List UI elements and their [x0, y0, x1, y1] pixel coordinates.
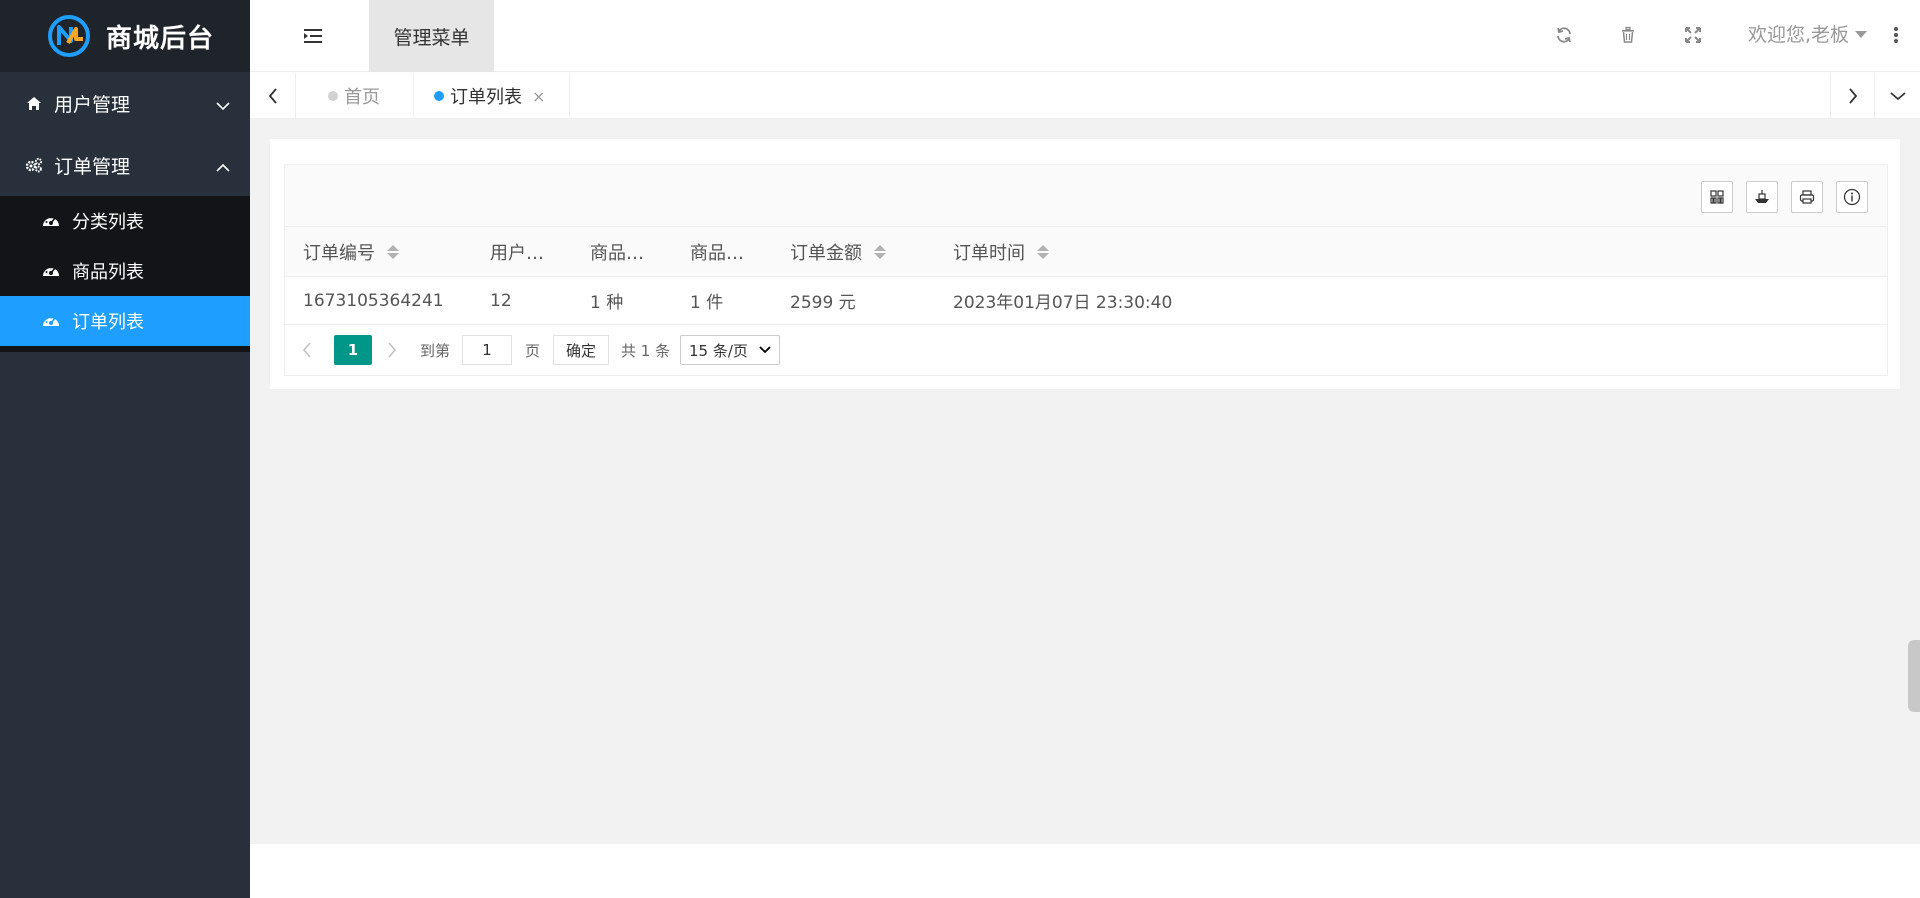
pagination: 1 到第 1 页 确定 共 1 条 15 条/页	[285, 325, 1887, 375]
column-header-user[interactable]: 用户…	[490, 227, 544, 276]
columns-icon[interactable]	[1701, 181, 1733, 213]
more-icon[interactable]	[1892, 24, 1900, 46]
pagination-confirm-button[interactable]: 确定	[553, 335, 609, 365]
table-toolbar	[285, 165, 1887, 227]
sidebar-group-users[interactable]: 用户管理	[0, 72, 250, 134]
tab-dot-icon	[328, 91, 338, 101]
dashboard-icon	[42, 312, 62, 330]
column-label: 商品…	[690, 242, 744, 264]
sidebar-item-label: 商品列表	[72, 262, 144, 283]
column-label: 用户…	[490, 242, 544, 264]
main-content: 订单编号 用户… 商品… 商品… 订单金额 订单时间 1673105364241…	[250, 119, 1920, 844]
tab-order-list[interactable]: 订单列表 ×	[414, 73, 570, 119]
sidebar-item-product-list[interactable]: 商品列表	[0, 246, 250, 296]
footer-area	[250, 844, 1920, 898]
fullscreen-icon[interactable]	[1682, 24, 1704, 46]
sidebar: 商城后台 用户管理 订单管理 分类列表 商品列表 订单列表	[0, 0, 250, 898]
pagination-page-size-select[interactable]: 15 条/页	[680, 335, 780, 365]
tab-label: 订单列表	[450, 87, 522, 108]
sidebar-item-label: 订单列表	[72, 312, 144, 333]
chevron-up-icon	[216, 156, 230, 178]
cell-product-type: 1 种	[590, 293, 624, 313]
sidebar-group-orders[interactable]: 订单管理	[0, 134, 250, 196]
column-header-product-count[interactable]: 商品…	[690, 227, 744, 276]
cell-product-count: 1 件	[690, 293, 724, 313]
pagination-goto-input[interactable]: 1	[462, 335, 512, 365]
sort-icon[interactable]	[874, 244, 886, 259]
print-icon[interactable]	[1791, 181, 1823, 213]
app-title: 商城后台	[106, 23, 215, 54]
tab-home[interactable]: 首页	[296, 73, 414, 119]
chevron-down-icon	[759, 346, 771, 354]
pagination-page-label: 页	[525, 341, 541, 360]
sidebar-group-label: 用户管理	[54, 93, 131, 116]
logo[interactable]: 商城后台	[0, 0, 250, 72]
column-label: 订单金额	[790, 242, 862, 264]
table-header: 订单编号 用户… 商品… 商品… 订单金额 订单时间	[285, 227, 1887, 277]
pagination-goto-label: 到第	[420, 341, 451, 360]
page-size-value: 15 条/页	[689, 341, 748, 360]
table-card: 订单编号 用户… 商品… 商品… 订单金额 订单时间 1673105364241…	[270, 139, 1900, 389]
tab-admin-menu[interactable]: 管理菜单	[369, 0, 494, 72]
info-icon[interactable]	[1836, 181, 1868, 213]
data-table: 订单编号 用户… 商品… 商品… 订单金额 订单时间 1673105364241…	[284, 164, 1888, 376]
pagination-prev-icon[interactable]	[297, 335, 317, 365]
tabs-scroll-left-button[interactable]	[250, 73, 296, 119]
dashboard-icon	[42, 262, 62, 280]
cell-user: 12	[490, 290, 512, 311]
side-scroll-handle[interactable]	[1908, 640, 1920, 712]
home-icon	[24, 94, 44, 112]
sidebar-item-category-list[interactable]: 分类列表	[0, 196, 250, 246]
sidebar-group-label: 订单管理	[54, 155, 131, 178]
sidebar-submenu: 分类列表 商品列表 订单列表	[0, 196, 250, 352]
dashboard-icon	[42, 212, 62, 230]
pagination-current-page[interactable]: 1	[334, 335, 372, 365]
menu-toggle-icon[interactable]	[302, 26, 324, 46]
column-label: 商品…	[590, 242, 644, 264]
refresh-icon[interactable]	[1553, 24, 1575, 46]
export-icon[interactable]	[1746, 181, 1778, 213]
pagination-total: 共 1 条	[621, 341, 671, 360]
logo-icon	[48, 15, 90, 57]
close-icon[interactable]: ×	[532, 87, 545, 106]
table-row[interactable]: 1673105364241 12 1 种 1 件 2599 元 2023年01月…	[285, 277, 1887, 325]
tab-dot-icon	[434, 91, 444, 101]
sort-icon[interactable]	[387, 244, 399, 259]
column-header-amount[interactable]: 订单金额	[790, 227, 886, 276]
column-header-order-time[interactable]: 订单时间	[953, 227, 1049, 276]
tabs-dropdown-button[interactable]	[1874, 73, 1920, 119]
tab-label: 首页	[344, 87, 380, 108]
sort-icon[interactable]	[1037, 244, 1049, 259]
column-header-order-no[interactable]: 订单编号	[303, 227, 399, 276]
cell-order-no: 1673105364241	[303, 290, 444, 311]
cell-order-time: 2023年01月07日 23:30:40	[953, 293, 1173, 313]
caret-down-icon	[1855, 31, 1868, 38]
column-label: 订单编号	[303, 242, 375, 264]
user-menu[interactable]: 欢迎您,老板	[1748, 20, 1868, 47]
sidebar-item-label: 分类列表	[72, 212, 144, 233]
chevron-down-icon	[216, 94, 230, 116]
welcome-text: 欢迎您,老板	[1748, 24, 1850, 46]
top-header: 管理菜单 欢迎您,老板	[250, 0, 1920, 72]
trash-icon[interactable]	[1617, 24, 1639, 46]
gears-icon	[24, 156, 44, 174]
pagination-next-icon[interactable]	[382, 335, 402, 365]
tabs-scroll-right-button[interactable]	[1830, 73, 1874, 119]
cell-amount: 2599 元	[790, 293, 856, 313]
page-tabs-bar: 首页 订单列表 ×	[250, 73, 1920, 119]
column-label: 订单时间	[953, 242, 1025, 264]
sidebar-item-order-list[interactable]: 订单列表	[0, 296, 250, 346]
column-header-product-type[interactable]: 商品…	[590, 227, 644, 276]
